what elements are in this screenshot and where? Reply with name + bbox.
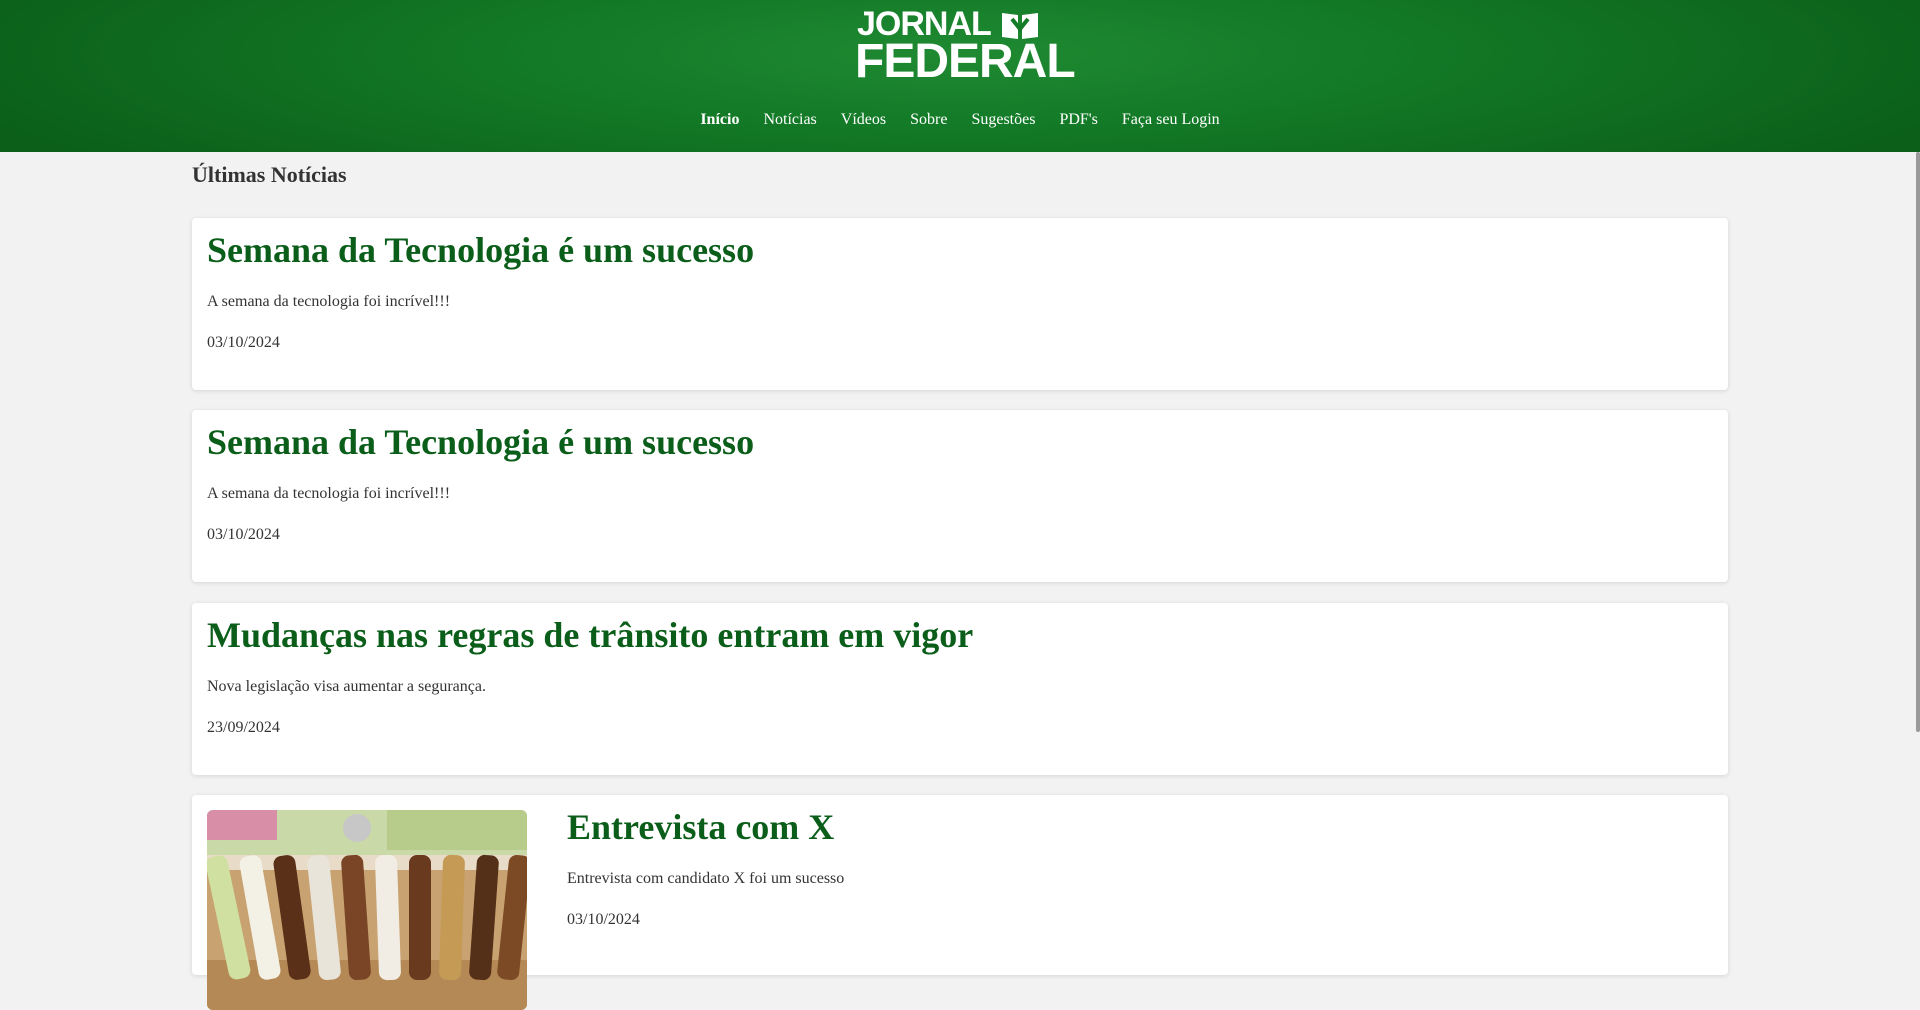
- news-title[interactable]: Mudanças nas regras de trânsito entram e…: [207, 613, 973, 657]
- nav-item-sobre[interactable]: Sobre: [910, 111, 947, 128]
- news-card[interactable]: Mudanças nas regras de trânsito entram e…: [192, 603, 1728, 775]
- nav-item-noticias[interactable]: Notícias: [763, 111, 816, 128]
- news-card[interactable]: Semana da Tecnologia é um sucesso A sema…: [192, 410, 1728, 582]
- news-card[interactable]: Semana da Tecnologia é um sucesso A sema…: [192, 218, 1728, 390]
- news-title[interactable]: Entrevista com X: [567, 805, 834, 849]
- news-date: 03/10/2024: [207, 526, 280, 543]
- dessert-photo: [207, 810, 527, 1010]
- news-title[interactable]: Semana da Tecnologia é um sucesso: [207, 228, 754, 272]
- news-card[interactable]: Entrevista com X Entrevista com candidat…: [192, 795, 1728, 1010]
- main-nav: Início Notícias Vídeos Sobre Sugestões P…: [0, 110, 1920, 130]
- nav-item-pdfs[interactable]: PDF's: [1059, 111, 1097, 128]
- scrollbar-thumb[interactable]: [1916, 152, 1920, 732]
- nav-item-login[interactable]: Faça seu Login: [1122, 111, 1220, 128]
- news-title[interactable]: Semana da Tecnologia é um sucesso: [207, 420, 754, 464]
- section-title: Últimas Notícias: [192, 162, 347, 187]
- logo-text-federal: FEDERAL: [855, 35, 1076, 88]
- nav-item-videos[interactable]: Vídeos: [841, 111, 886, 128]
- site-header: JORNAL FEDERAL Início Notícias Vídeos So…: [0, 0, 1920, 152]
- nav-item-sugestoes[interactable]: Sugestões: [971, 111, 1035, 128]
- news-thumbnail[interactable]: [207, 810, 527, 1010]
- news-date: 03/10/2024: [567, 911, 640, 928]
- news-date: 03/10/2024: [207, 334, 280, 351]
- news-summary: Entrevista com candidato X foi um sucess…: [567, 870, 845, 887]
- news-summary: Nova legislação visa aumentar a seguranç…: [207, 678, 486, 695]
- nav-item-inicio[interactable]: Início: [700, 111, 739, 128]
- news-summary: A semana da tecnologia foi incrível!!!: [207, 485, 451, 502]
- news-summary: A semana da tecnologia foi incrível!!!: [207, 293, 451, 310]
- site-logo[interactable]: JORNAL FEDERAL: [855, 6, 1076, 86]
- news-date: 23/09/2024: [207, 719, 280, 736]
